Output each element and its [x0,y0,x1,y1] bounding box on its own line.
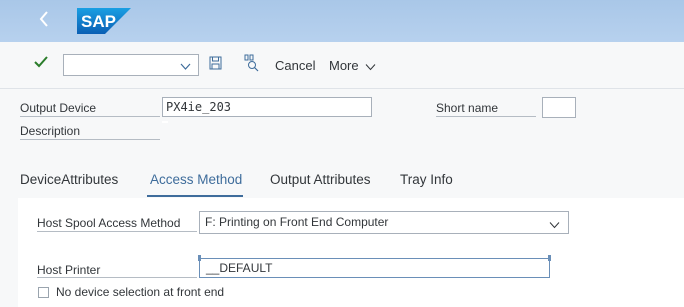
description-label-underline [20,122,160,140]
output-device-label-underline [20,99,160,117]
chevron-left-icon [39,10,49,32]
tab-output-attributes[interactable]: Output Attributes [270,172,371,187]
host-printer-value: __DEFAULT [206,261,273,275]
chevron-down-icon [180,59,191,77]
tab-access-method[interactable]: Access Method [150,172,242,187]
no-device-selection-label: No device selection at front end [56,285,225,299]
find-icon [243,54,259,76]
short-name-input[interactable] [542,97,576,118]
resize-handle-left [198,255,201,261]
sap-logo: SAP [77,8,131,34]
short-name-label-underline [436,99,536,117]
svg-text:SAP: SAP [81,12,116,31]
back-button[interactable] [36,10,52,32]
chevron-down-icon [365,59,376,74]
find-button[interactable] [243,54,259,77]
shell-bar: SAP [0,0,684,42]
more-label: More [329,58,359,73]
host-printer-label-underline [37,260,197,278]
host-printer-input[interactable]: __DEFAULT [198,255,551,278]
host-spool-label-underline [37,214,197,232]
enter-button[interactable] [34,55,50,73]
tab-strip: DeviceAttributes Access Method Output At… [0,172,684,198]
checkmark-icon [34,56,48,73]
save-icon [209,56,222,74]
tab-tray-info[interactable]: Tray Info [400,172,453,187]
no-device-selection-checkbox[interactable] [38,287,49,298]
chevron-down-icon [549,218,560,232]
resize-handle-right [548,255,551,261]
output-device-input[interactable]: PX4ie_203 [162,97,372,117]
command-field[interactable] [63,54,199,76]
toolbar: Cancel More [0,42,684,89]
active-tab-indicator [147,195,243,197]
host-spool-select[interactable]: F: Printing on Front End Computer [199,211,569,234]
save-button[interactable] [209,56,222,75]
more-menu-button[interactable]: More [329,58,376,74]
cancel-button[interactable]: Cancel [275,58,315,73]
tab-device-attributes[interactable]: DeviceAttributes [20,172,118,187]
description-value [162,121,168,123]
host-spool-value: F: Printing on Front End Computer [205,215,389,229]
